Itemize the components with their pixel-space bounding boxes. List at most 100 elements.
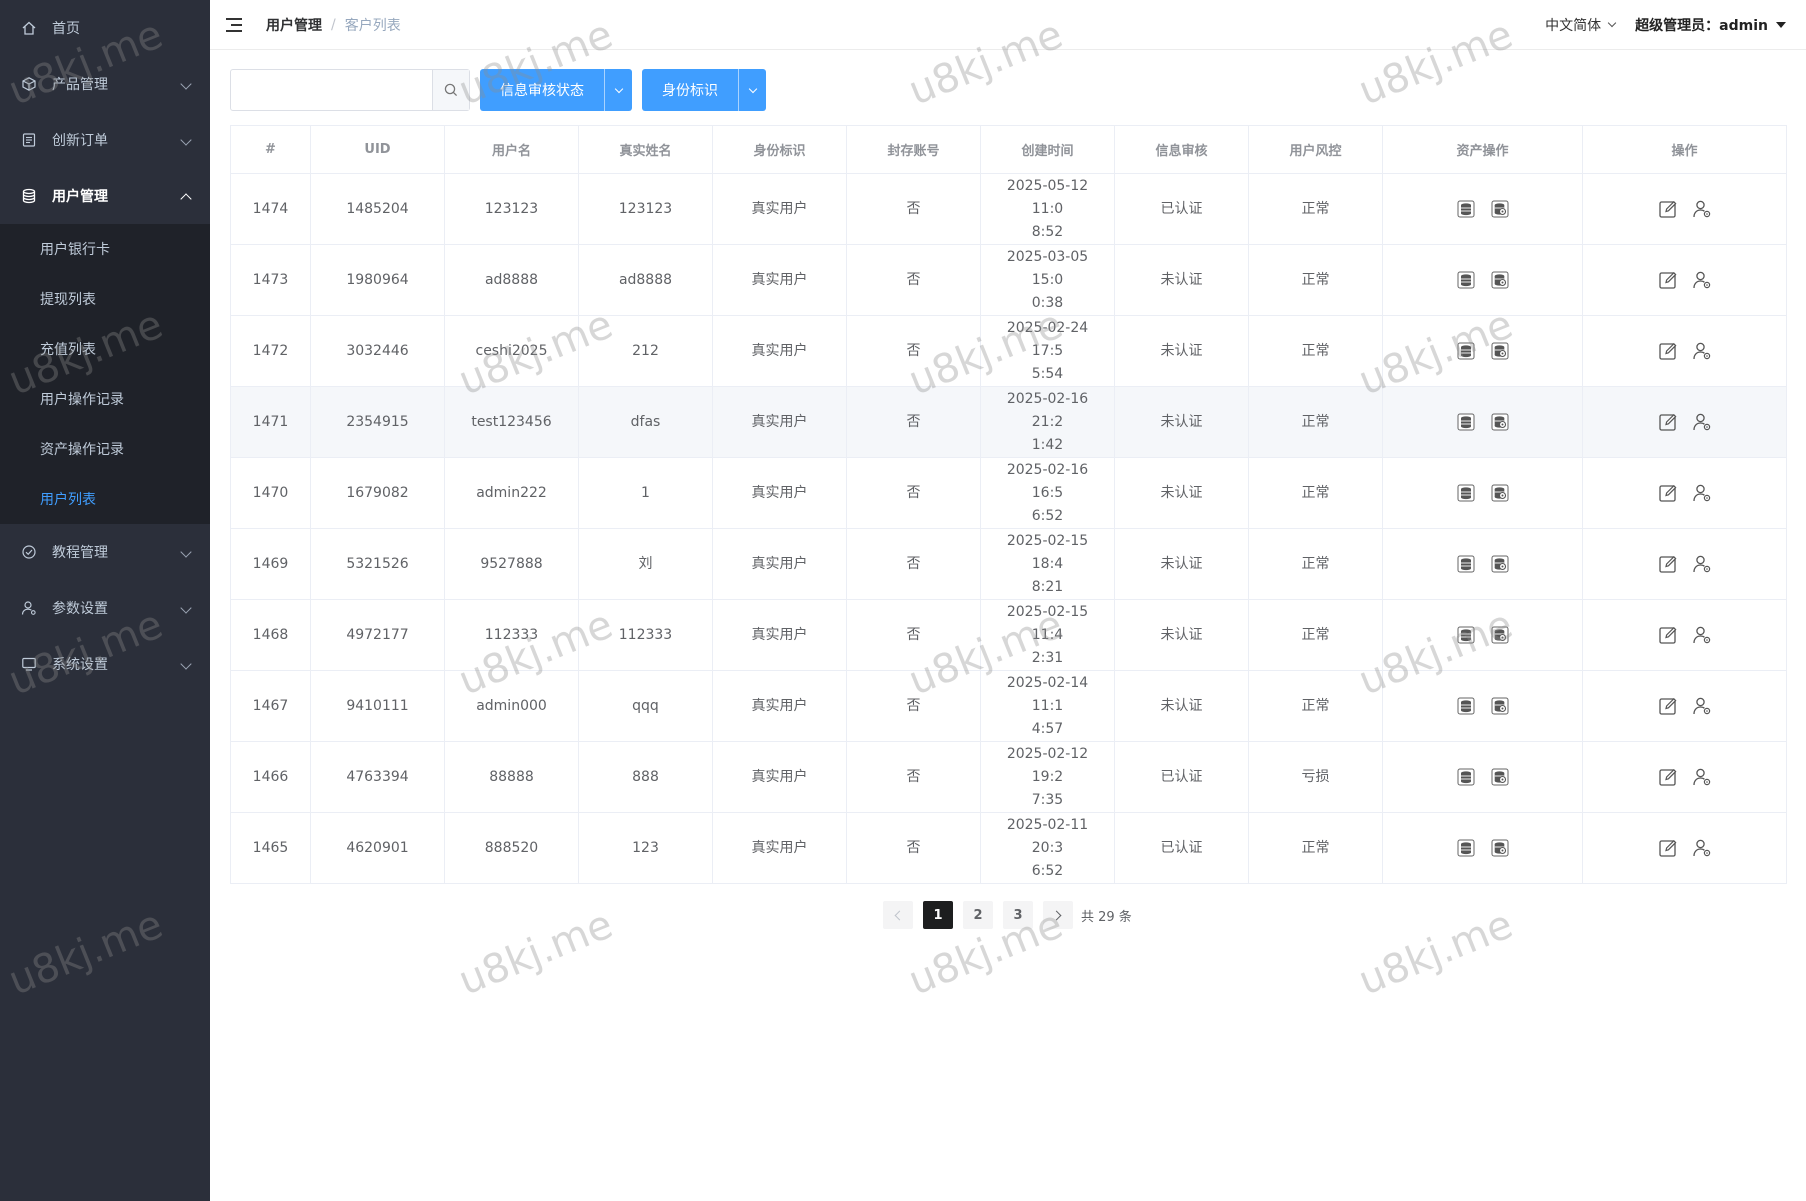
coin-stack-icon[interactable] — [1455, 695, 1477, 717]
coin-settings-icon[interactable] — [1489, 269, 1511, 291]
cell-identity: 真实用户 — [712, 741, 847, 813]
breadcrumb-item-user-management[interactable]: 用户管理 — [266, 15, 322, 35]
cell-id: 1467 — [230, 670, 311, 742]
search-button[interactable] — [432, 70, 469, 110]
sidebar-menu-1[interactable]: 产品管理 — [0, 56, 210, 112]
user-config-icon[interactable] — [1691, 695, 1713, 717]
sidebar-menu-label: 创新订单 — [52, 133, 108, 149]
column-header: 封存账号 — [846, 125, 981, 174]
cell-risk: 正常 — [1248, 528, 1383, 600]
coin-settings-icon[interactable] — [1489, 198, 1511, 220]
sidebar-menu-0[interactable]: 首页 — [0, 0, 210, 56]
coin-settings-icon[interactable] — [1489, 624, 1511, 646]
coin-stack-icon[interactable] — [1455, 482, 1477, 504]
created-time-line: 1:42 — [1031, 436, 1064, 453]
edit-icon[interactable] — [1657, 553, 1679, 575]
cell-created-time: 2025-02-12 19:2 7:35 — [980, 741, 1115, 813]
edit-icon[interactable] — [1657, 198, 1679, 220]
chevron-down-icon — [180, 658, 192, 670]
language-switcher[interactable]: 中文简体 — [1545, 15, 1617, 35]
coin-stack-icon[interactable] — [1455, 198, 1477, 220]
chevron-down-icon — [748, 84, 757, 93]
identity-dropdown-toggle[interactable] — [738, 69, 766, 111]
pagination-page-3[interactable]: 3 — [1003, 901, 1033, 929]
sidebar-subitem-2[interactable]: 充值列表 — [0, 324, 210, 374]
cell-realname: 1 — [578, 457, 713, 529]
sidebar-menu-3[interactable]: 用户管理 — [0, 168, 210, 224]
edit-icon[interactable] — [1657, 269, 1679, 291]
user-config-icon[interactable] — [1691, 624, 1713, 646]
created-time-line: 2025-02-11 20:3 — [1006, 816, 1089, 856]
cell-id: 1468 — [230, 599, 311, 671]
sidebar-menu-2[interactable]: 创新订单 — [0, 112, 210, 168]
table-row: 1466 4763394 88888 888 真实用户否 2025-02-12 19:2 7… — [230, 741, 1787, 813]
sidebar-subitem-1[interactable]: 提现列表 — [0, 274, 210, 324]
cell-id: 1470 — [230, 457, 311, 529]
identity-button[interactable]: 身份标识 — [642, 69, 738, 111]
coin-settings-icon[interactable] — [1489, 766, 1511, 788]
pagination-next-button[interactable] — [1043, 901, 1073, 929]
user-config-icon[interactable] — [1691, 340, 1713, 362]
breadcrumb-item-current: 客户列表 — [344, 17, 401, 34]
sidebar-subitem-4[interactable]: 资产操作记录 — [0, 424, 210, 474]
top-header: 用户管理 / 客户列表 中文简体 超级管理员：admin — [210, 0, 1806, 50]
cell-username: admin222 — [444, 457, 579, 529]
coin-settings-icon[interactable] — [1489, 837, 1511, 859]
sidebar-menu-4[interactable]: 教程管理 — [0, 524, 210, 580]
user-config-icon[interactable] — [1691, 837, 1713, 859]
identity-dropdown[interactable]: 身份标识 — [642, 69, 766, 111]
review-status-dropdown[interactable]: 信息审核状态 — [480, 69, 632, 111]
hamburger-icon[interactable] — [226, 17, 246, 33]
review-status-button[interactable]: 信息审核状态 — [480, 69, 604, 111]
cell-created-time: 2025-02-15 18:4 8:21 — [980, 528, 1115, 600]
cell-identity: 真实用户 — [712, 670, 847, 742]
edit-icon[interactable] — [1657, 411, 1679, 433]
coin-settings-icon[interactable] — [1489, 411, 1511, 433]
sidebar-menu-5[interactable]: 参数设置 — [0, 580, 210, 636]
coin-stack-icon[interactable] — [1455, 411, 1477, 433]
pagination-page-1[interactable]: 1 — [923, 901, 953, 929]
coin-settings-icon[interactable] — [1489, 695, 1511, 717]
cell-realname: 212 — [578, 315, 713, 387]
user-config-icon[interactable] — [1691, 411, 1713, 433]
edit-icon[interactable] — [1657, 482, 1679, 504]
coin-stack-icon[interactable] — [1455, 553, 1477, 575]
edit-icon[interactable] — [1657, 766, 1679, 788]
coin-stack-icon[interactable] — [1455, 624, 1477, 646]
coin-stack-icon[interactable] — [1455, 340, 1477, 362]
column-header: 资产操作 — [1382, 125, 1583, 174]
coin-stack-icon[interactable] — [1455, 269, 1477, 291]
user-config-icon[interactable] — [1691, 269, 1713, 291]
chevron-down-icon — [180, 602, 192, 614]
user-config-icon[interactable] — [1691, 482, 1713, 504]
sidebar-subitem-3[interactable]: 用户操作记录 — [0, 374, 210, 424]
coin-settings-icon[interactable] — [1489, 482, 1511, 504]
pagination-total: 共 29 条 — [1081, 909, 1132, 925]
user-menu[interactable]: 超级管理员：admin — [1635, 15, 1786, 35]
cell-risk: 正常 — [1248, 812, 1383, 884]
coin-stack-icon[interactable] — [1455, 766, 1477, 788]
edit-icon[interactable] — [1657, 837, 1679, 859]
cell-asset-operations — [1382, 173, 1583, 245]
pagination-page-2[interactable]: 2 — [963, 901, 993, 929]
search-input[interactable] — [231, 70, 432, 110]
database-icon — [20, 187, 38, 205]
edit-icon[interactable] — [1657, 624, 1679, 646]
user-config-icon[interactable] — [1691, 553, 1713, 575]
cell-identity: 真实用户 — [712, 528, 847, 600]
edit-icon[interactable] — [1657, 695, 1679, 717]
cell-uid: 4763394 — [310, 741, 445, 813]
cell-identity: 真实用户 — [712, 812, 847, 884]
edit-icon[interactable] — [1657, 340, 1679, 362]
sidebar-subitem-0[interactable]: 用户银行卡 — [0, 224, 210, 274]
cell-risk: 正常 — [1248, 173, 1383, 245]
user-config-icon[interactable] — [1691, 766, 1713, 788]
review-status-dropdown-toggle[interactable] — [604, 69, 632, 111]
sidebar-subitem-5[interactable]: 用户列表 — [0, 474, 210, 524]
sidebar-menu-6[interactable]: 系统设置 — [0, 636, 210, 692]
pagination-prev-button[interactable] — [883, 901, 913, 929]
user-config-icon[interactable] — [1691, 198, 1713, 220]
coin-stack-icon[interactable] — [1455, 837, 1477, 859]
coin-settings-icon[interactable] — [1489, 340, 1511, 362]
coin-settings-icon[interactable] — [1489, 553, 1511, 575]
